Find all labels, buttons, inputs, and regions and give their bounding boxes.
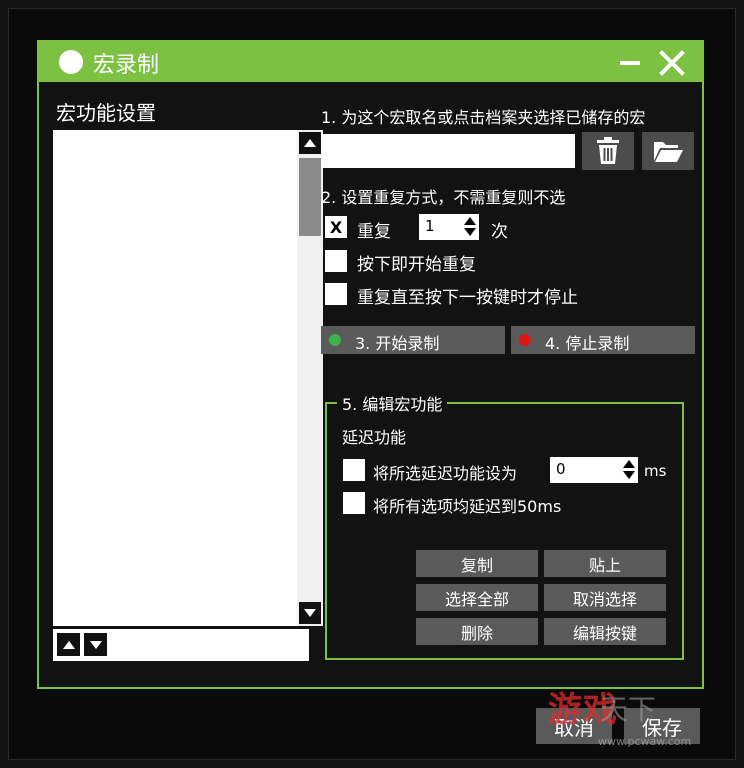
step2-label: 2. 设置重复方式，不需重复则不选 — [321, 188, 566, 207]
edit-key-button[interactable]: 编辑按键 — [544, 618, 666, 645]
scroll-up-icon[interactable] — [299, 132, 321, 154]
delay-value: 0 — [556, 460, 566, 478]
move-down-icon[interactable] — [84, 633, 107, 656]
hold-repeat-checkbox[interactable] — [325, 250, 347, 272]
app-logo-icon — [59, 50, 83, 74]
set-delay-label: 将所选延迟功能设为 — [373, 464, 518, 483]
macro-name-input[interactable] — [321, 134, 575, 168]
all-delay-checkbox[interactable] — [343, 492, 365, 514]
scroll-thumb[interactable] — [299, 158, 321, 236]
start-recording-button[interactable]: 3. 开始录制 — [321, 326, 505, 354]
open-macro-folder-button[interactable] — [642, 132, 694, 170]
delay-value-stepper[interactable]: 0 — [550, 457, 638, 483]
minimize-icon[interactable] — [619, 52, 641, 72]
copy-button[interactable]: 复制 — [416, 550, 538, 577]
macro-list[interactable] — [53, 130, 323, 626]
delay-unit: ms — [644, 462, 667, 480]
deselect-button[interactable]: 取消选择 — [544, 584, 666, 611]
stop-recording-button[interactable]: 4. 停止录制 — [511, 326, 695, 354]
macro-settings-heading: 宏功能设置 — [56, 101, 156, 125]
edit-macro-legend: 5. 编辑宏功能 — [337, 391, 448, 415]
move-up-icon[interactable] — [57, 633, 80, 656]
repeat-until-checkbox[interactable] — [325, 283, 347, 305]
watermark-url: www.pcwaw.com — [598, 735, 692, 748]
repeat-count-value: 1 — [425, 217, 435, 235]
close-icon[interactable] — [659, 50, 685, 76]
repeat-count-stepper[interactable]: 1 — [419, 214, 479, 240]
set-delay-checkbox[interactable] — [343, 459, 365, 481]
paste-button[interactable]: 贴上 — [544, 550, 666, 577]
start-dot-icon — [329, 334, 341, 346]
scroll-down-icon[interactable] — [299, 602, 321, 624]
repeat-label: 重复 — [357, 222, 391, 242]
delete-button[interactable]: 删除 — [416, 618, 538, 645]
start-recording-label: 3. 开始录制 — [355, 334, 440, 353]
repeat-unit: 次 — [491, 222, 508, 242]
select-all-button[interactable]: 选择全部 — [416, 584, 538, 611]
folder-open-icon — [654, 142, 683, 162]
delete-macro-button[interactable] — [582, 132, 634, 170]
hold-repeat-label: 按下即开始重复 — [357, 255, 476, 275]
repeat-checkbox[interactable]: X — [325, 216, 347, 238]
edit-macro-group: 5. 编辑宏功能 延迟功能 将所选延迟功能设为 0 ms 将所有选项均延迟到50… — [325, 391, 684, 660]
order-bar — [53, 629, 309, 661]
watermark-gray-text: 天下 — [600, 693, 657, 726]
step1-label: 1. 为这个宏取名或点击档案夹选择已储存的宏 — [321, 108, 646, 127]
all-delay-label: 将所有选项均延迟到50ms — [373, 497, 562, 516]
stop-recording-label: 4. 停止录制 — [545, 334, 630, 353]
macro-window: 宏录制 宏功能设置 1. 为这个宏取名或点击档案夹选择已储存的宏 2. 设置重复… — [37, 40, 704, 689]
stop-dot-icon — [519, 334, 531, 346]
macro-list-scrollbar[interactable] — [297, 130, 323, 626]
delay-heading: 延迟功能 — [342, 428, 407, 447]
trash-icon — [597, 137, 619, 164]
title-bar: 宏录制 — [39, 42, 702, 82]
repeat-until-label: 重复直至按下一按键时才停止 — [357, 288, 578, 308]
window-title: 宏录制 — [93, 53, 160, 78]
